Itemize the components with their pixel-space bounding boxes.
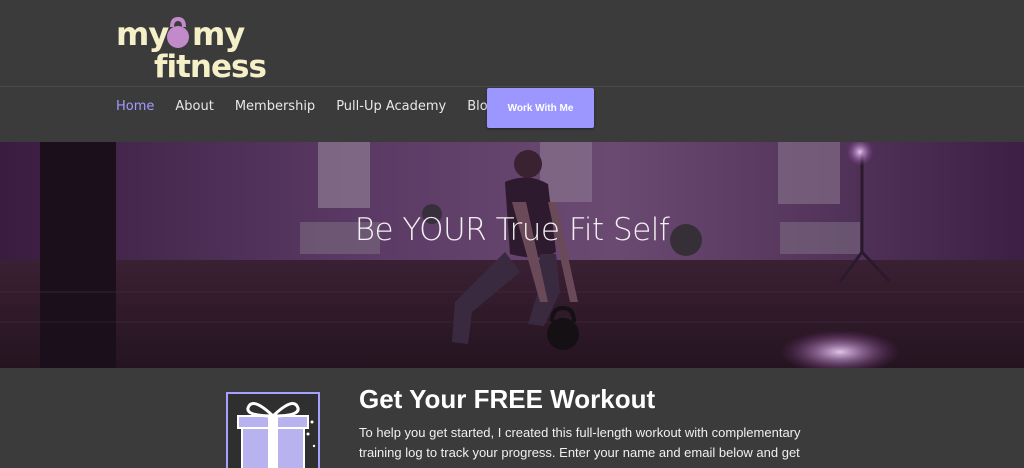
offer-title: Get Your FREE Workout	[359, 384, 656, 414]
nav-item-membership[interactable]: Membership	[235, 96, 315, 118]
free-workout-section: Get Your FREE Workout To help you get st…	[0, 368, 1024, 468]
main-nav: Home About Membership Pull-Up Academy Bl…	[116, 96, 517, 118]
nav-divider	[0, 86, 1024, 87]
site-logo[interactable]: my my fitness	[116, 14, 267, 85]
gift-icon	[237, 402, 316, 468]
logo-text-my-left: my	[116, 15, 169, 53]
logo-text-my-right: my	[192, 15, 245, 53]
kettlebell-icon	[167, 17, 189, 48]
work-with-me-button[interactable]: Work With Me	[487, 88, 594, 128]
hero-banner: Be YOUR True Fit Self	[0, 142, 1024, 368]
offer-description: To help you get started, I created this …	[359, 425, 801, 460]
logo-text-fitness: fitness	[154, 49, 267, 85]
nav-item-home[interactable]: Home	[116, 96, 154, 118]
site-header: my my fitness Home About Membership Pull…	[0, 0, 1024, 142]
hero-image	[0, 142, 1024, 368]
hero-title: Be YOUR True Fit Self	[354, 212, 670, 248]
nav-item-about[interactable]: About	[175, 96, 213, 118]
gift-icon-frame	[226, 392, 320, 468]
nav-item-pull-up-academy[interactable]: Pull-Up Academy	[336, 96, 446, 118]
